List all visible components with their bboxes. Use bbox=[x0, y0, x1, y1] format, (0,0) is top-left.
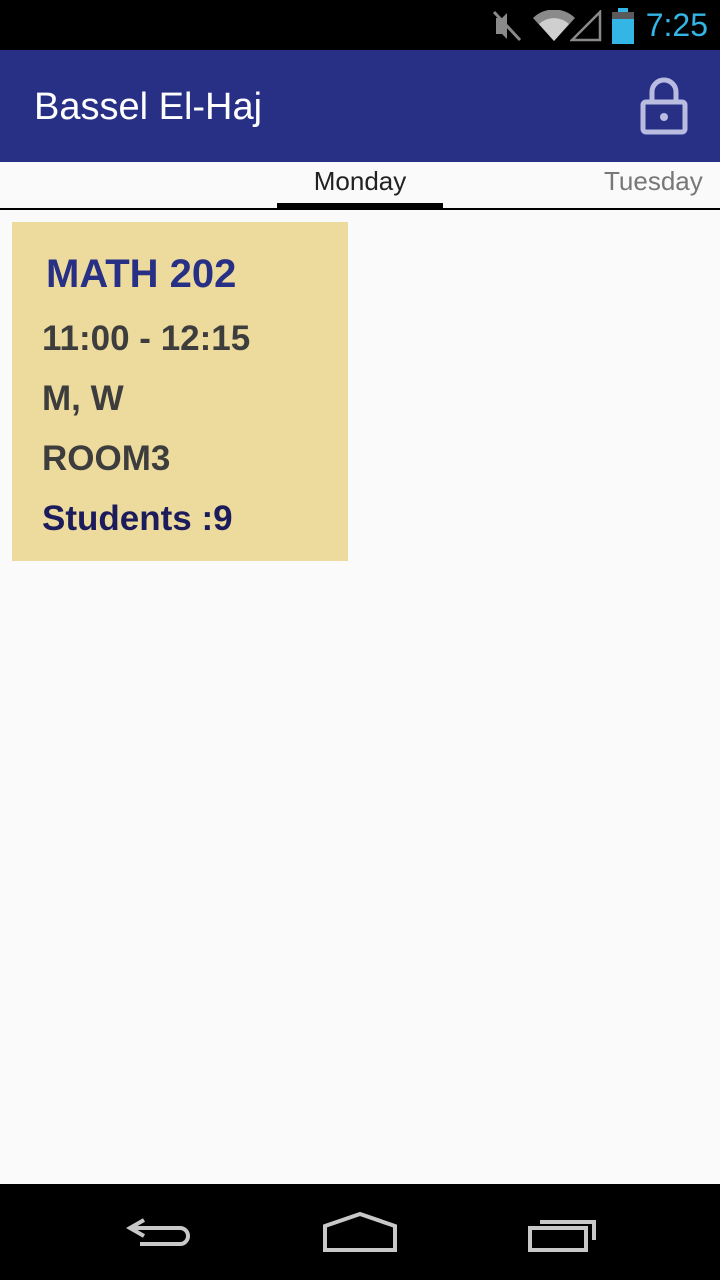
course-code: MATH 202 bbox=[46, 252, 237, 296]
day-tab-strip: Monday Tuesday bbox=[0, 162, 720, 210]
back-button[interactable] bbox=[116, 1204, 206, 1260]
navigation-bar bbox=[0, 1184, 720, 1280]
app-title: Bassel El-Haj bbox=[34, 86, 263, 128]
back-icon bbox=[125, 1218, 190, 1246]
app-bar: Bassel El-Haj bbox=[0, 50, 720, 162]
course-students: Students :9 bbox=[42, 499, 233, 538]
selected-tab-indicator bbox=[277, 203, 443, 208]
status-bar: 7:25 bbox=[0, 0, 720, 50]
wifi-icon bbox=[533, 10, 575, 41]
course-time: 11:00 - 12:15 bbox=[42, 319, 251, 358]
course-room: ROOM3 bbox=[42, 439, 171, 478]
tab-tuesday-label: Tuesday bbox=[604, 166, 703, 196]
tab-monday-label: Monday bbox=[313, 166, 407, 196]
course-days: M, W bbox=[42, 379, 124, 418]
app-screen: 7:25 Bassel El-Haj Monday Tuesday MATH 2… bbox=[0, 0, 720, 1280]
mute-icon bbox=[492, 10, 522, 42]
lock-button[interactable] bbox=[630, 74, 698, 138]
signal-icon bbox=[570, 10, 602, 42]
home-icon bbox=[323, 1211, 397, 1252]
recents-icon bbox=[528, 1220, 596, 1252]
course-card[interactable]: MATH 202 11:00 - 12:15 M, W ROOM3 Studen… bbox=[12, 222, 348, 561]
home-button[interactable] bbox=[315, 1204, 405, 1260]
tab-tuesday[interactable]: Tuesday bbox=[604, 162, 720, 208]
battery-icon bbox=[612, 8, 634, 44]
status-time: 7:25 bbox=[645, 7, 708, 43]
recents-button[interactable] bbox=[518, 1204, 608, 1260]
tab-monday[interactable]: Monday bbox=[277, 162, 443, 208]
lock-icon bbox=[640, 77, 688, 135]
